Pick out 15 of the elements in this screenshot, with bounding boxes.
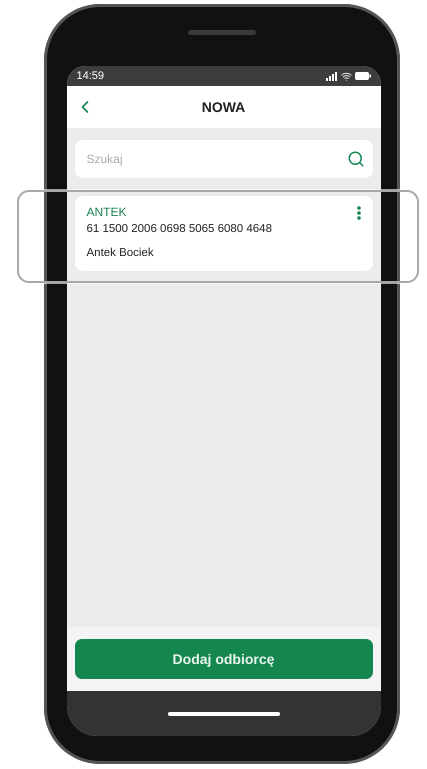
recipient-name: ANTEK <box>86 205 127 219</box>
signal-icon <box>326 72 338 80</box>
owner-name: Antek Bociek <box>86 247 155 259</box>
status-time: 14:59 <box>76 70 104 82</box>
account-number: 61 1500 2006 0698 5065 6080 4648 <box>86 223 273 235</box>
screen-title: NOWA <box>202 99 246 115</box>
search-icon <box>346 150 364 168</box>
vertical-dots-icon <box>356 206 360 220</box>
wifi-icon <box>340 70 352 82</box>
add-recipient-button[interactable]: Dodaj odbiorcę <box>74 639 372 679</box>
recipient-card[interactable]: ANTEK 61 1500 2006 0698 5065 6080 4648 Antek Bociek <box>74 196 372 271</box>
battery-icon <box>354 72 370 80</box>
speaker-slot <box>188 30 256 35</box>
search-field[interactable]: Szukaj <box>74 140 372 178</box>
more-options-button[interactable] <box>356 206 360 220</box>
